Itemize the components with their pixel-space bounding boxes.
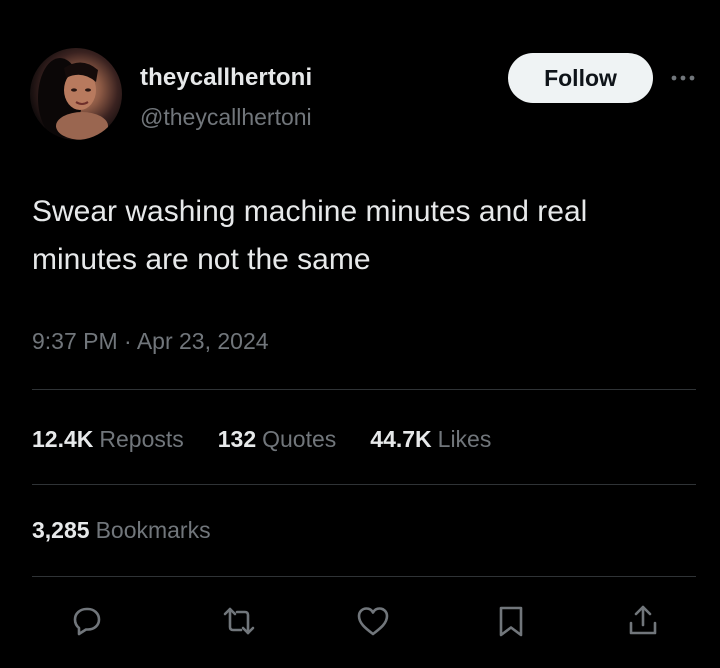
stats-row: 12.4K Reposts 132 Quotes 44.7K Likes xyxy=(32,422,525,456)
display-name[interactable]: theycallhertoni xyxy=(140,64,312,92)
action-bar xyxy=(0,598,720,646)
avatar-image xyxy=(38,58,108,140)
share-icon[interactable] xyxy=(620,598,666,644)
follow-button[interactable]: Follow xyxy=(508,53,653,103)
bookmarks-count: 3,285 xyxy=(32,517,90,543)
repost-icon[interactable] xyxy=(216,598,262,644)
quotes-stat[interactable]: 132 Quotes xyxy=(218,426,337,453)
user-handle[interactable]: @theycallhertoni xyxy=(140,104,312,131)
tweet-text: Swear washing machine minutes and real m… xyxy=(32,195,588,276)
bookmark-icon[interactable] xyxy=(488,598,534,644)
avatar[interactable] xyxy=(30,48,122,140)
likes-label: Likes xyxy=(437,425,492,452)
reposts-stat[interactable]: 12.4K Reposts xyxy=(32,426,184,453)
heart-icon[interactable] xyxy=(350,598,396,644)
reposts-label: Reposts xyxy=(99,425,184,452)
tweet-timestamp[interactable]: 9:37 PM · Apr 23, 2024 xyxy=(32,328,269,355)
reply-icon[interactable] xyxy=(64,598,110,644)
tweet-card: theycallhertoni @theycallhertoni Follow … xyxy=(0,0,720,668)
divider xyxy=(32,576,696,577)
bookmarks-label: Bookmarks xyxy=(95,517,211,543)
divider xyxy=(32,389,696,390)
quotes-count: 132 xyxy=(217,425,257,452)
bookmarks-stat[interactable]: 3,285 Bookmarks xyxy=(32,517,211,544)
divider xyxy=(32,484,696,485)
more-horizontal-icon[interactable] xyxy=(668,66,698,90)
reposts-count: 12.4K xyxy=(32,425,94,452)
likes-count: 44.7K xyxy=(370,425,432,452)
tweet-header: theycallhertoni @theycallhertoni Follow xyxy=(30,48,695,140)
likes-stat[interactable]: 44.7K Likes xyxy=(370,426,491,453)
quotes-label: Quotes xyxy=(262,425,337,452)
